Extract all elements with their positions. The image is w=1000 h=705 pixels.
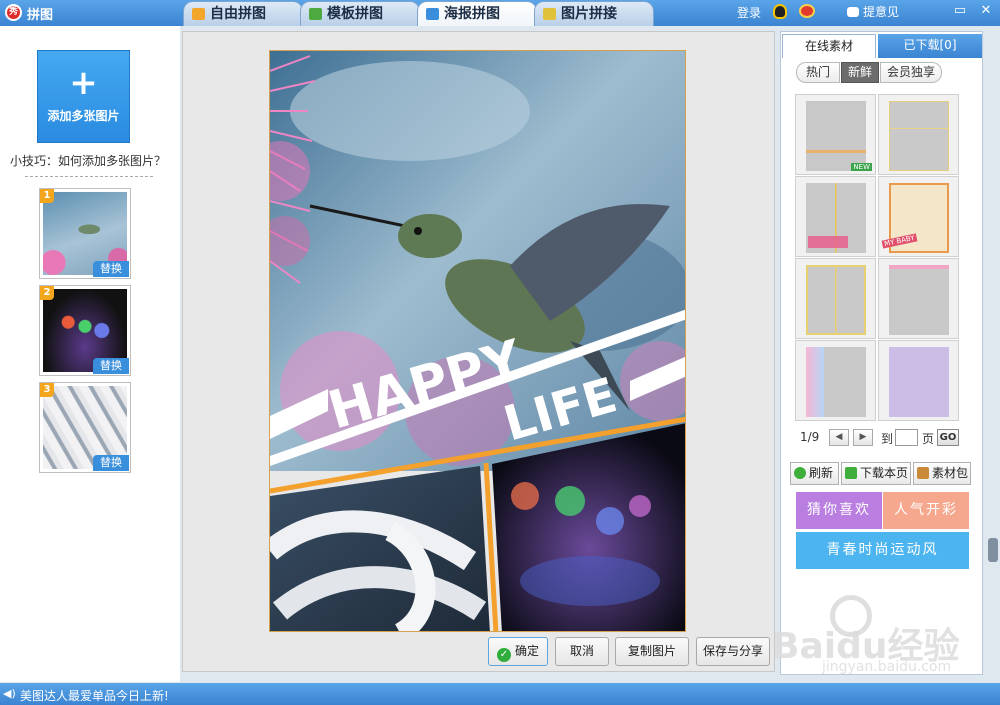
divider: [25, 176, 153, 177]
check-icon: ✓: [496, 648, 511, 662]
qq-icon[interactable]: [773, 4, 787, 19]
confirm-label: 确定: [514, 644, 539, 658]
go-button[interactable]: GO: [937, 429, 959, 446]
download-icon: [845, 467, 857, 479]
refresh-button[interactable]: 刷新: [790, 462, 839, 485]
material-pack-button[interactable]: 素材包: [913, 462, 971, 485]
image-thumb-2[interactable]: 2 替换: [39, 285, 131, 376]
tip-link[interactable]: 小技巧：如何添加多张图片？: [10, 152, 166, 169]
new-badge: NEW: [851, 163, 872, 171]
confirm-button[interactable]: ✓ 确定: [488, 637, 548, 666]
watermark-url: jingyan.baidu.com: [822, 659, 952, 675]
replace-button[interactable]: 替换: [93, 455, 129, 471]
material-tabs: 在线素材 已下载[0]: [782, 34, 982, 58]
category-guess-you-like[interactable]: 猜你喜欢: [796, 492, 882, 529]
filter-new[interactable]: 新鲜: [841, 62, 879, 83]
template-item[interactable]: NEW: [795, 94, 876, 175]
template-item[interactable]: [795, 176, 876, 257]
pack-icon: [917, 467, 929, 479]
image-list-panel: + 添加多张图片 小技巧：如何添加多张图片？ 1 替换 2 替换 3 替换: [0, 26, 180, 682]
tab-label: 模板拼图: [327, 6, 383, 22]
template-item[interactable]: [795, 340, 876, 421]
app-logo-icon: 秀: [5, 4, 22, 21]
template-item[interactable]: [795, 258, 876, 339]
speaker-icon: ◀): [3, 687, 16, 700]
filter-hot[interactable]: 热门: [796, 62, 840, 83]
category-popular[interactable]: 人气开彩: [883, 492, 969, 529]
template-item[interactable]: [878, 340, 959, 421]
page-indicator: 1/9: [800, 430, 820, 444]
thumb-number: 3: [40, 383, 54, 397]
thumb-number: 2: [40, 286, 54, 300]
cancel-button[interactable]: 取消: [555, 637, 609, 666]
tab-online-material[interactable]: 在线素材: [782, 34, 876, 58]
title-bar: 秀 拼图 自由拼图 模板拼图 海报拼图 图片拼接 登录 提意见 ▭ ✕: [0, 0, 1000, 26]
thumb-number: 1: [40, 189, 54, 203]
poster-artwork: HAPPY LIFE: [270, 51, 685, 631]
template-grid: NEW MY BABY: [795, 94, 960, 422]
template-item[interactable]: [878, 94, 959, 175]
replace-button[interactable]: 替换: [93, 358, 129, 374]
filter-vip[interactable]: 会员独享: [880, 62, 942, 83]
goto-label: 到: [881, 432, 894, 446]
tab-free-collage[interactable]: 自由拼图: [183, 1, 303, 26]
feedback-label: 提意见: [863, 5, 900, 19]
tab-label: 自由拼图: [210, 6, 266, 22]
page-number-input[interactable]: [895, 429, 918, 446]
tab-template-collage[interactable]: 模板拼图: [300, 1, 420, 26]
prev-page-icon[interactable]: ◀: [829, 429, 849, 446]
close-icon[interactable]: ✕: [979, 4, 993, 18]
panel-collapse-handle[interactable]: [988, 538, 998, 562]
material-pack-label: 素材包: [932, 466, 969, 480]
status-message[interactable]: 美图达人最爱单品今日上新!: [20, 687, 169, 704]
tab-label: 海报拼图: [444, 6, 500, 22]
copy-image-button[interactable]: 复制图片: [615, 637, 689, 666]
chat-bubble-icon: [847, 7, 859, 17]
download-page-button[interactable]: 下载本页: [841, 462, 911, 485]
next-page-icon[interactable]: ▶: [853, 429, 873, 446]
app-title: 拼图: [27, 8, 54, 23]
template-item[interactable]: MY BABY: [878, 176, 959, 257]
category-youth-sports[interactable]: 青春时尚运动风: [796, 532, 969, 569]
template-item[interactable]: [878, 258, 959, 339]
save-share-button[interactable]: 保存与分享: [696, 637, 770, 666]
add-images-label: 添加多张图片: [47, 109, 120, 123]
refresh-label: 刷新: [809, 466, 834, 480]
maximize-icon[interactable]: ▭: [953, 4, 967, 18]
page-suffix: 页: [922, 432, 935, 446]
poster-canvas[interactable]: HAPPY LIFE: [269, 50, 686, 632]
tab-image-stitch[interactable]: 图片拼接: [534, 1, 654, 26]
image-thumb-1[interactable]: 1 替换: [39, 188, 131, 279]
add-images-button[interactable]: + 添加多张图片: [37, 50, 130, 143]
template-collage-icon: [309, 8, 322, 20]
material-panel: 在线素材 已下载[0] 热门 新鲜 会员独享 NEW MY BABY 1/9 ◀…: [780, 31, 983, 675]
image-thumb-3[interactable]: 3 替换: [39, 382, 131, 473]
image-stitch-icon: [543, 8, 556, 20]
template-pager: 1/9 ◀ ▶ 到 页 GO: [781, 427, 981, 449]
poster-collage-icon: [426, 8, 439, 20]
weibo-icon[interactable]: [799, 4, 815, 18]
refresh-icon: [794, 467, 806, 479]
free-collage-icon: [192, 8, 205, 20]
replace-button[interactable]: 替换: [93, 261, 129, 277]
tab-poster-collage[interactable]: 海报拼图: [417, 1, 537, 26]
feedback-button[interactable]: 提意见: [847, 3, 899, 20]
plus-icon: +: [69, 63, 98, 103]
download-page-label: 下载本页: [860, 466, 909, 480]
tab-downloaded[interactable]: 已下载[0]: [878, 34, 982, 58]
tab-label: 图片拼接: [561, 6, 617, 22]
status-bar: ◀) 美图达人最爱单品今日上新!: [0, 683, 1000, 705]
sticker-decoration: [808, 236, 848, 248]
login-link[interactable]: 登录: [737, 4, 761, 21]
